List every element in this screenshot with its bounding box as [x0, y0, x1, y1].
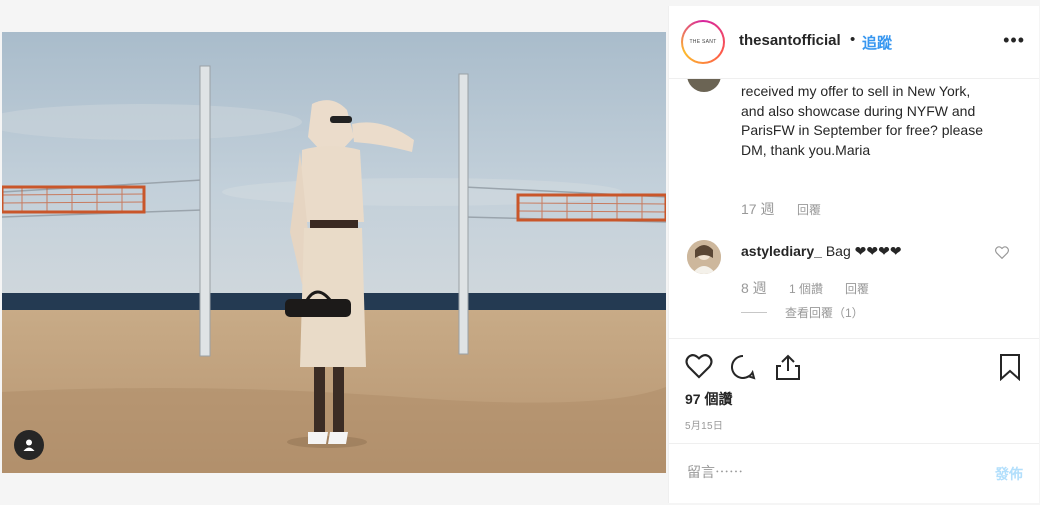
post-side-panel: THE SANT thesantofficial • 追蹤 ••• receiv…: [668, 6, 1039, 503]
comment-input[interactable]: [685, 463, 969, 481]
comment-username[interactable]: astylediary_: [741, 243, 822, 259]
comment-icon: [731, 354, 756, 380]
reply-button[interactable]: 回覆: [845, 280, 869, 297]
bookmark-icon: [1000, 354, 1020, 382]
user-tag-icon: [23, 439, 35, 451]
replies-divider: [741, 312, 767, 313]
post-comment-button[interactable]: 發佈: [995, 464, 1023, 484]
comment-time[interactable]: 8 週: [741, 278, 767, 298]
comment-text: Bag ❤❤❤❤: [825, 243, 902, 259]
author-username[interactable]: thesantofficial: [739, 32, 841, 49]
post-date[interactable]: 5月15日: [685, 417, 723, 432]
like-button[interactable]: [685, 353, 713, 384]
user-tag-button[interactable]: [14, 430, 44, 460]
comment-text: received my offer to sell in New York, a…: [741, 83, 983, 158]
comment-avatar[interactable]: [687, 240, 721, 274]
share-button[interactable]: [775, 353, 801, 386]
avatar-logo-text: THE SANT: [683, 22, 723, 62]
share-icon: [776, 354, 800, 380]
action-bar: 97 個讚 5月15日: [669, 338, 1039, 432]
save-button[interactable]: [999, 353, 1021, 386]
beach-volleyball-scene: [2, 32, 666, 473]
likes-count[interactable]: 97 個讚: [685, 389, 732, 409]
comment-composer: 發佈: [669, 443, 1039, 504]
heart-icon: [685, 354, 713, 379]
author-avatar[interactable]: THE SANT: [681, 20, 725, 64]
comment-like-button[interactable]: [995, 246, 1009, 264]
post-modal: THE SANT thesantofficial • 追蹤 ••• receiv…: [0, 0, 1040, 505]
post-header: THE SANT thesantofficial • 追蹤 •••: [669, 6, 1039, 79]
more-icon[interactable]: •••: [1003, 30, 1025, 51]
avatar-photo: [687, 240, 721, 274]
separator-dot: •: [850, 31, 856, 48]
comments-list: received my offer to sell in New York, a…: [669, 66, 1039, 338]
comment-time[interactable]: 17 週: [741, 199, 774, 219]
follow-button[interactable]: 追蹤: [862, 32, 892, 53]
comment-button[interactable]: [729, 353, 757, 386]
view-replies-button[interactable]: 查看回覆（1）: [785, 304, 864, 321]
reply-button[interactable]: 回覆: [797, 201, 821, 218]
comment-body: astylediary_ Bag ❤❤❤❤: [741, 242, 981, 262]
heart-icon: [995, 246, 1009, 260]
post-photo[interactable]: [2, 32, 666, 473]
comment-likes[interactable]: 1 個讚: [789, 280, 823, 297]
